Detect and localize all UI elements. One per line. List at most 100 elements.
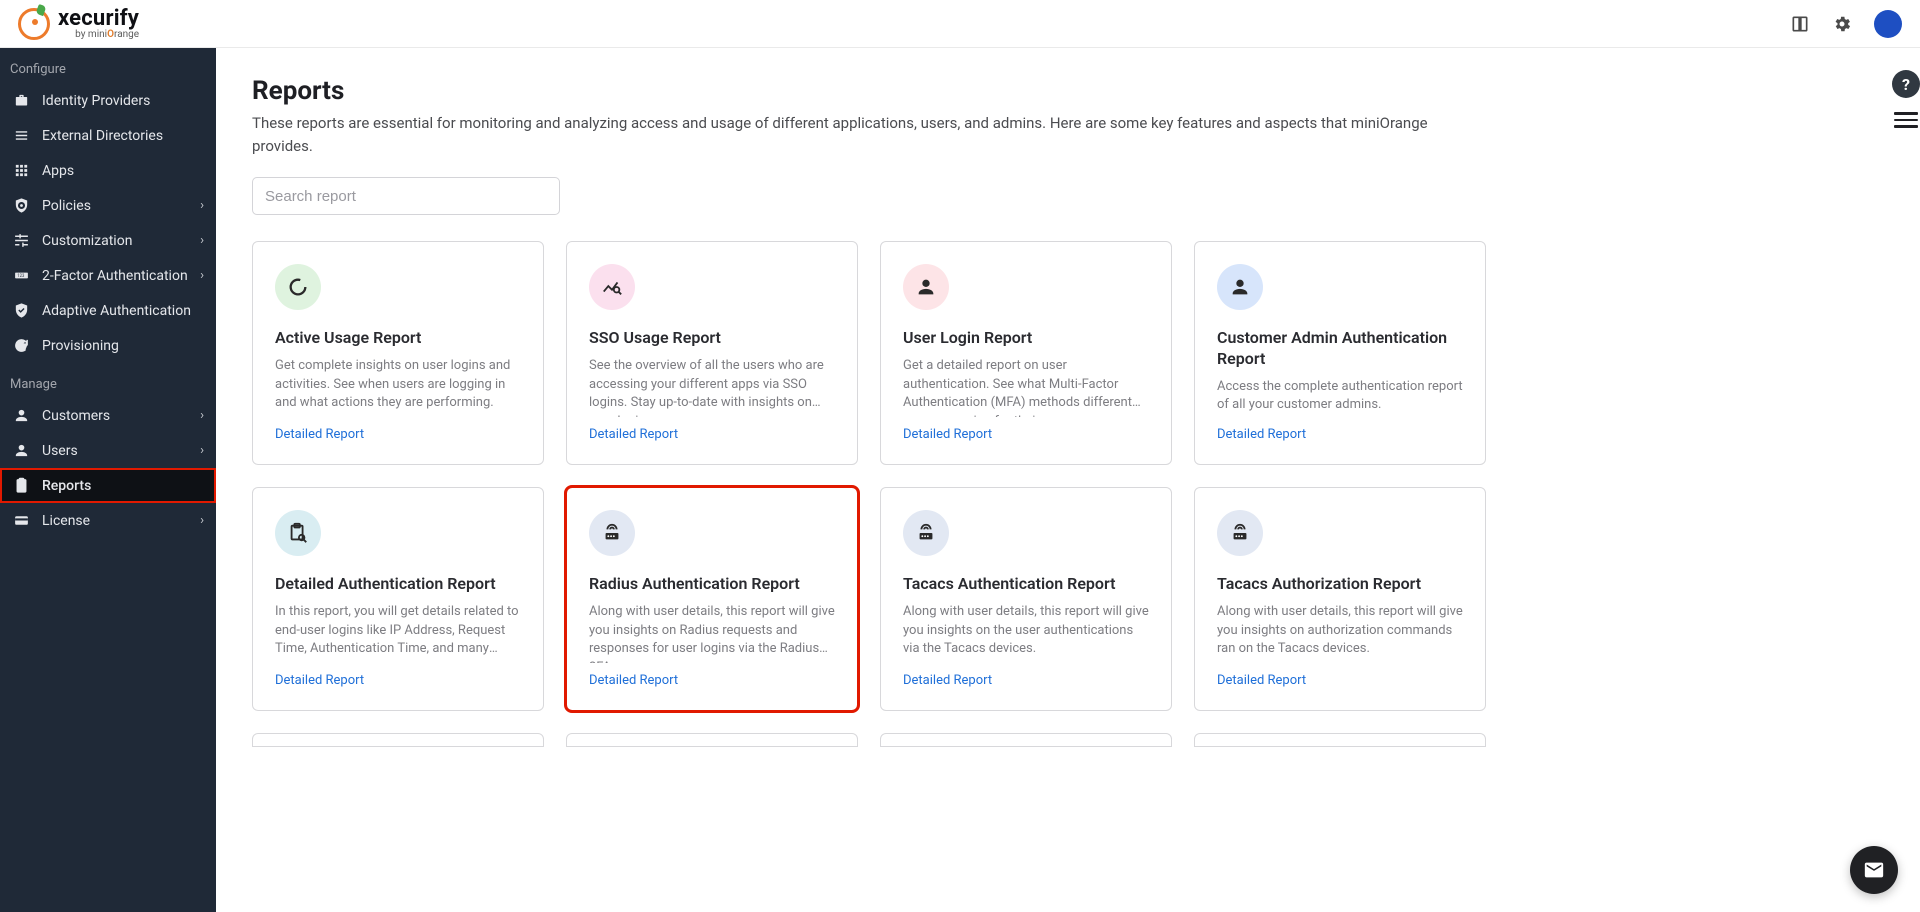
sidebar-item-label: Provisioning — [42, 338, 119, 354]
report-card-description: Along with user details, this report wil… — [589, 603, 835, 663]
sidebar-item-label: External Directories — [42, 128, 163, 144]
sidebar-item-identity-providers[interactable]: Identity Providers — [0, 83, 216, 118]
report-card-title: Active Usage Report — [275, 328, 521, 349]
person-icon — [12, 407, 30, 424]
chevron-right-icon: › — [200, 198, 204, 213]
spinner-icon — [275, 264, 321, 310]
sidebar-item-license[interactable]: License › — [0, 503, 216, 538]
tune-icon — [12, 232, 30, 249]
report-card-title: Tacacs Authentication Report — [903, 574, 1149, 595]
panel-toggle-icon[interactable] — [1894, 112, 1918, 128]
report-card-description: Get complete insights on user logins and… — [275, 357, 521, 417]
search-input[interactable] — [265, 188, 547, 205]
sidebar-item-label: Apps — [42, 163, 74, 179]
search-report-box[interactable] — [252, 177, 560, 215]
report-card-customer-admin-authentication-report[interactable]: Customer Admin Authentication Report Acc… — [1194, 241, 1486, 465]
sidebar-item-label: Identity Providers — [42, 93, 150, 109]
report-card-placeholder — [1194, 733, 1486, 747]
brand-logo-icon — [18, 8, 50, 40]
detailed-report-link[interactable]: Detailed Report — [275, 673, 521, 688]
sidebar-item-label: Customization — [42, 233, 132, 249]
brand[interactable]: xecurify by miniOrange — [18, 7, 139, 41]
report-card-title: SSO Usage Report — [589, 328, 835, 349]
detailed-report-link[interactable]: Detailed Report — [589, 673, 835, 688]
report-card-tacacs-authorization-report[interactable]: Tacacs Authorization Report Along with u… — [1194, 487, 1486, 711]
brand-name: xecurify — [58, 7, 139, 30]
report-card-description: Along with user details, this report wil… — [903, 603, 1149, 663]
report-card-title: User Login Report — [903, 328, 1149, 349]
report-card-detailed-authentication-report[interactable]: Detailed Authentication Report In this r… — [252, 487, 544, 711]
page-description: These reports are essential for monitori… — [252, 112, 1452, 157]
list-icon — [12, 127, 30, 144]
card-icon — [12, 512, 30, 529]
person-icon — [12, 442, 30, 459]
report-card-placeholder — [252, 733, 544, 747]
report-card-title: Customer Admin Authentication Report — [1217, 328, 1463, 370]
report-card-tacacs-authentication-report[interactable]: Tacacs Authentication Report Along with … — [880, 487, 1172, 711]
shield-gear-icon — [12, 197, 30, 214]
main-content: ? Reports These reports are essential fo… — [216, 48, 1920, 912]
sidebar-item-label: Users — [42, 443, 78, 459]
detailed-report-link[interactable]: Detailed Report — [903, 673, 1149, 688]
report-card-active-usage-report[interactable]: Active Usage Report Get complete insight… — [252, 241, 544, 465]
report-card-user-login-report[interactable]: User Login Report Get a detailed report … — [880, 241, 1172, 465]
chevron-right-icon: › — [200, 408, 204, 423]
report-card-description: Access the complete authentication repor… — [1217, 378, 1463, 417]
detailed-report-link[interactable]: Detailed Report — [589, 427, 835, 442]
brand-subtitle: by miniOrange — [75, 30, 139, 41]
sidebar-item-apps[interactable]: Apps — [0, 153, 216, 188]
sidebar: Configure Identity Providers External Di… — [0, 48, 216, 912]
trend-search-icon — [589, 264, 635, 310]
help-icon[interactable]: ? — [1892, 70, 1920, 98]
report-card-title: Radius Authentication Report — [589, 574, 835, 595]
detailed-report-link[interactable]: Detailed Report — [1217, 427, 1463, 442]
svg-text:123: 123 — [17, 274, 25, 279]
report-card-description: See the overview of all the users who ar… — [589, 357, 835, 417]
page-title: Reports — [252, 76, 1884, 106]
report-card-title: Detailed Authentication Report — [275, 574, 521, 595]
shield-check-icon — [12, 302, 30, 319]
sidebar-item-provisioning[interactable]: Provisioning — [0, 328, 216, 363]
sidebar-item-external-directories[interactable]: External Directories — [0, 118, 216, 153]
sidebar-item-customers[interactable]: Customers › — [0, 398, 216, 433]
sidebar-item-reports[interactable]: Reports — [0, 468, 216, 503]
sidebar-item-2-factor-authentication[interactable]: 123 2-Factor Authentication › — [0, 258, 216, 293]
detailed-report-link[interactable]: Detailed Report — [1217, 673, 1463, 688]
docs-icon[interactable] — [1790, 14, 1810, 34]
report-card-placeholder — [880, 733, 1172, 747]
sidebar-item-label: 2-Factor Authentication — [42, 268, 188, 284]
clipboard-search-icon — [275, 510, 321, 556]
grid-icon — [12, 162, 30, 179]
report-card-radius-authentication-report[interactable]: Radius Authentication Report Along with … — [566, 487, 858, 711]
router-icon — [1217, 510, 1263, 556]
chevron-right-icon: › — [200, 268, 204, 283]
chat-fab-icon[interactable] — [1850, 846, 1898, 894]
right-float-controls: ? — [1892, 70, 1920, 128]
report-card-title: Tacacs Authorization Report — [1217, 574, 1463, 595]
chevron-right-icon: › — [200, 443, 204, 458]
settings-gear-icon[interactable] — [1832, 14, 1852, 34]
sidebar-item-policies[interactable]: Policies › — [0, 188, 216, 223]
topbar: xecurify by miniOrange — [0, 0, 1920, 48]
sidebar-item-label: License — [42, 513, 90, 529]
report-card-sso-usage-report[interactable]: SSO Usage Report See the overview of all… — [566, 241, 858, 465]
sidebar-item-label: Adaptive Authentication — [42, 303, 191, 319]
sidebar-item-users[interactable]: Users › — [0, 433, 216, 468]
sidebar-item-label: Reports — [42, 478, 91, 494]
report-card-description: Get a detailed report on user authentica… — [903, 357, 1149, 417]
sidebar-item-label: Customers — [42, 408, 110, 424]
detailed-report-link[interactable]: Detailed Report — [275, 427, 521, 442]
user-avatar[interactable] — [1874, 10, 1902, 38]
sidebar-item-customization[interactable]: Customization › — [0, 223, 216, 258]
clipboard-icon — [12, 477, 30, 494]
sidebar-section-configure: Configure — [0, 48, 216, 83]
sidebar-item-adaptive-authentication[interactable]: Adaptive Authentication — [0, 293, 216, 328]
router-icon — [589, 510, 635, 556]
sidebar-item-label: Policies — [42, 198, 91, 214]
sync-icon — [12, 337, 30, 354]
briefcase-icon — [12, 92, 30, 109]
password-icon: 123 — [12, 267, 30, 284]
detailed-report-link[interactable]: Detailed Report — [903, 427, 1149, 442]
brand-text: xecurify by miniOrange — [58, 7, 139, 41]
router-icon — [903, 510, 949, 556]
